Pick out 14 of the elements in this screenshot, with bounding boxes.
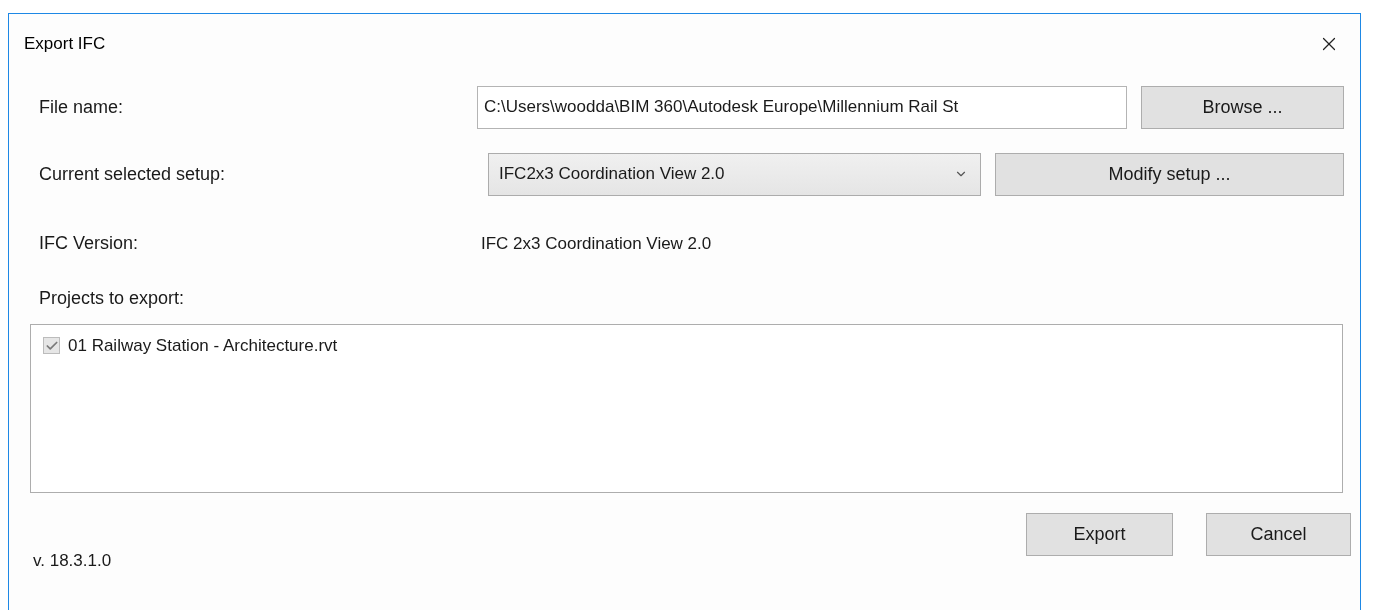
project-name: 01 Railway Station - Architecture.rvt — [68, 334, 338, 357]
dialog-button[interactable]: Export — [1026, 512, 1173, 556]
field-label: File name: — [39, 95, 125, 119]
field-label: Current selected setup: — [39, 162, 227, 186]
section-label: Projects to export: — [39, 287, 185, 308]
dialog-button[interactable]: Cancel — [1206, 512, 1351, 556]
modify-setup-button[interactable]: Modify setup ... — [995, 152, 1344, 196]
setup-dropdown[interactable]: IFC2x3 Coordination View 2.0 — [488, 152, 981, 196]
ifc-version-value: IFC 2x3 Coordination View 2.0 — [481, 232, 712, 255]
version-text: v. 18.3.1.0 — [33, 550, 112, 572]
file-name-field[interactable]: C:\Users\woodda\BIM 360\Autodesk Europe\Millennium Rail St — [477, 85, 1127, 129]
browse-button[interactable]: Browse ... — [1141, 85, 1344, 129]
window-title: Export IFC — [24, 33, 106, 55]
field-label: IFC Version: — [39, 232, 140, 255]
